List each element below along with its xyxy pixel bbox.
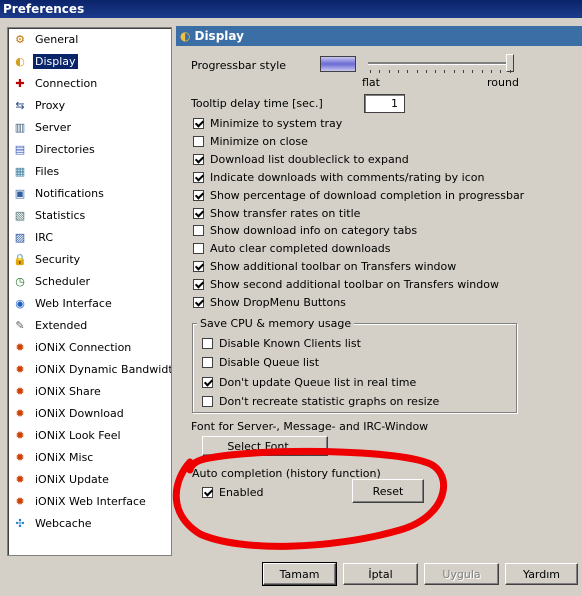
help-button[interactable]: Yardım xyxy=(505,563,578,585)
slider-tick xyxy=(425,70,427,73)
slider-tick xyxy=(444,70,446,73)
ok-button-label: Tamam xyxy=(279,567,320,581)
slider-tick xyxy=(453,70,455,73)
slider-tick xyxy=(435,70,437,73)
annotation-overlay xyxy=(172,447,448,550)
slider-tick xyxy=(388,70,390,73)
red-circle-annotation xyxy=(172,447,448,550)
slider-tick xyxy=(509,70,511,73)
ok-button[interactable]: Tamam xyxy=(262,562,337,586)
slider-tick xyxy=(416,70,418,73)
cancel-button-label: İptal xyxy=(368,567,393,581)
slider-tick xyxy=(370,70,371,73)
slider-tick xyxy=(472,70,474,73)
slider-tick xyxy=(481,70,483,73)
slider-tick xyxy=(490,70,492,73)
help-button-label: Yardım xyxy=(522,567,561,581)
slider-tick xyxy=(500,70,502,73)
slider-tick xyxy=(397,70,399,73)
slider-tick xyxy=(379,70,381,73)
apply-button[interactable]: Uygula xyxy=(424,563,499,585)
slider-tick xyxy=(407,70,409,73)
cancel-button[interactable]: İptal xyxy=(343,563,418,585)
slider-tick xyxy=(463,70,464,73)
apply-button-label: Uygula xyxy=(442,567,481,581)
